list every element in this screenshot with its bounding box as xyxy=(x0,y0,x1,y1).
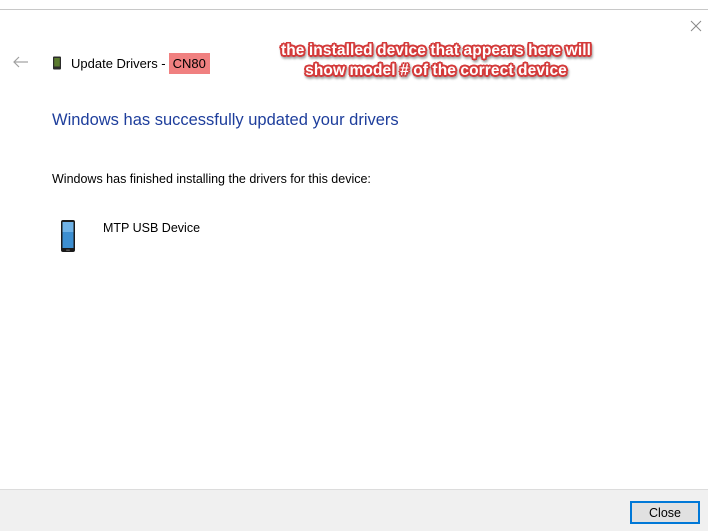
annotation-line-2: show model # of the correct device xyxy=(305,62,567,79)
close-icon[interactable] xyxy=(688,18,704,34)
window-top-edge xyxy=(0,0,708,10)
callout-annotation: the installed device that appears here w… xyxy=(246,41,626,81)
dialog-title: Update Drivers - CN80 xyxy=(52,52,210,74)
dialog-footer: Close xyxy=(0,489,708,531)
update-drivers-dialog: Update Drivers - CN80 the installed devi… xyxy=(0,0,708,531)
annotation-line-1: the installed device that appears here w… xyxy=(280,42,592,59)
finished-message: Windows has finished installing the driv… xyxy=(52,172,371,186)
mobile-device-small-icon xyxy=(53,56,61,70)
title-prefix: Update Drivers - xyxy=(71,55,166,71)
back-arrow-icon[interactable] xyxy=(12,55,30,69)
installed-device: MTP USB Device xyxy=(60,219,200,253)
mobile-device-icon xyxy=(61,220,75,252)
success-heading: Windows has successfully updated your dr… xyxy=(52,111,399,129)
device-model-highlight: CN80 xyxy=(168,52,210,74)
device-name: MTP USB Device xyxy=(103,221,201,235)
close-button[interactable]: Close xyxy=(630,501,700,524)
